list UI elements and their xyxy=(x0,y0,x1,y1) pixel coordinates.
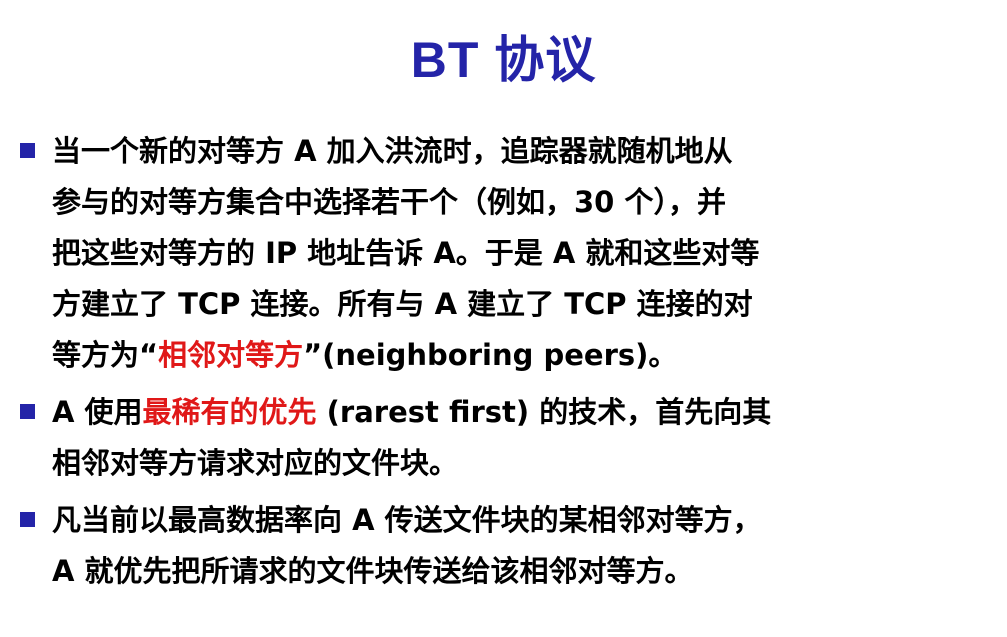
text-run: ”(neighboring peers)。 xyxy=(303,338,678,372)
bullet-line: 凡当前以最高数据率向 A 传送文件块的某相邻对等方， xyxy=(52,495,957,546)
slide-title: BT 协议 xyxy=(410,32,597,88)
bullet-line: 把这些对等方的 IP 地址告诉 A。于是 A 就和这些对等 xyxy=(52,228,957,279)
highlighted-term: 相邻对等方 xyxy=(158,338,304,372)
bullet-line: A 就优先把所请求的文件块传送给该相邻对等方。 xyxy=(52,546,957,597)
text-run: 相邻对等方请求对应的文件块。 xyxy=(52,446,459,480)
square-bullet-icon xyxy=(20,512,35,527)
text-run: 参与的对等方集合中选择若干个（例如，30 个），并 xyxy=(52,185,726,219)
text-run: A 就优先把所请求的文件块传送给该相邻对等方。 xyxy=(52,554,694,588)
bullet-item: 当一个新的对等方 A 加入洪流时，追踪器就随机地从 参与的对等方集合中选择若干个（… xyxy=(0,126,1007,381)
text-run: 方建立了 TCP 连接。所有与 A 建立了 TCP 连接的对 xyxy=(52,287,753,321)
bullet-line: 等方为“相邻对等方”(neighboring peers)。 xyxy=(52,330,957,381)
text-run: 当一个新的对等方 A 加入洪流时，追踪器就随机地从 xyxy=(52,134,733,168)
text-run: 等方为“ xyxy=(52,338,159,372)
text-run: (rarest first) 的技术，首先向其 xyxy=(316,395,772,429)
bullet-line: A 使用最稀有的优先 (rarest first) 的技术，首先向其 xyxy=(52,387,957,438)
bullet-line: 参与的对等方集合中选择若干个（例如，30 个），并 xyxy=(52,177,957,228)
text-run: 把这些对等方的 IP 地址告诉 A。于是 A 就和这些对等 xyxy=(52,236,760,270)
bullet-item: A 使用最稀有的优先 (rarest first) 的技术，首先向其相邻对等方请… xyxy=(0,387,1007,489)
square-bullet-icon xyxy=(20,404,35,419)
square-bullet-icon xyxy=(20,143,35,158)
bullet-item: 凡当前以最高数据率向 A 传送文件块的某相邻对等方， A 就优先把所请求的文件块传… xyxy=(0,495,1007,597)
highlighted-term: 最稀有的优先 xyxy=(142,395,317,429)
bullet-list: 当一个新的对等方 A 加入洪流时，追踪器就随机地从 参与的对等方集合中选择若干个（… xyxy=(0,126,1007,603)
bullet-line: 当一个新的对等方 A 加入洪流时，追踪器就随机地从 xyxy=(52,126,957,177)
bullet-line: 方建立了 TCP 连接。所有与 A 建立了 TCP 连接的对 xyxy=(52,279,957,330)
slide: BT 协议 当一个新的对等方 A 加入洪流时，追踪器就随机地从 参与的对等方集合中… xyxy=(0,0,1007,637)
bullet-line: 相邻对等方请求对应的文件块。 xyxy=(52,438,957,489)
text-run: A 使用 xyxy=(52,395,143,429)
text-run: 凡当前以最高数据率向 A 传送文件块的某相邻对等方， xyxy=(52,503,762,537)
